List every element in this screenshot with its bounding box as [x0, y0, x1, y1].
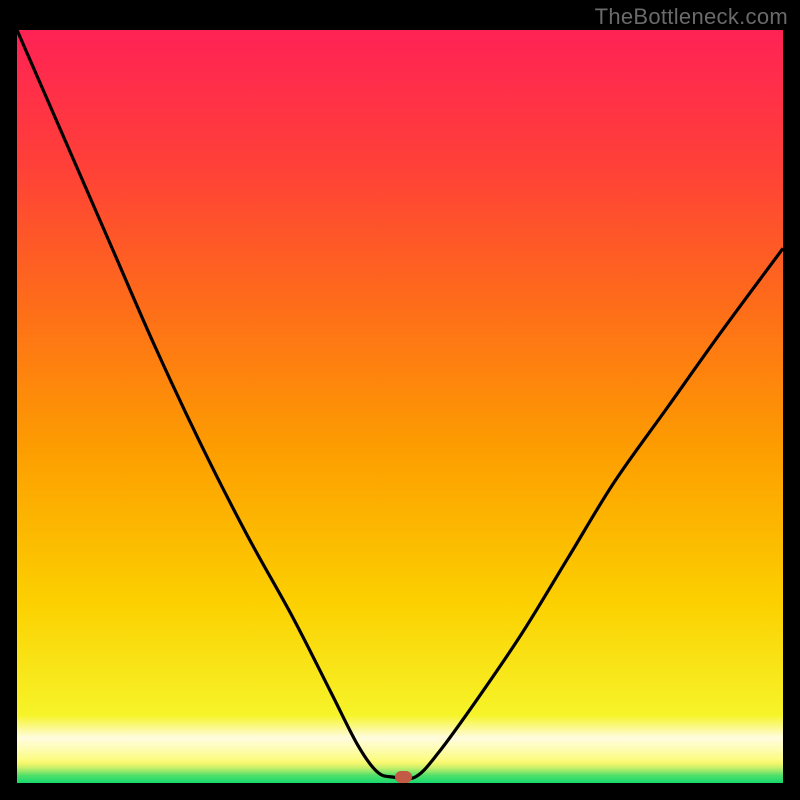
- chart-frame: TheBottleneck.com: [0, 0, 800, 800]
- plot-area: [17, 30, 783, 783]
- watermark-text: TheBottleneck.com: [595, 4, 788, 30]
- optimal-point-marker: [395, 771, 412, 783]
- curve-path: [17, 30, 783, 779]
- bottleneck-curve: [17, 30, 783, 783]
